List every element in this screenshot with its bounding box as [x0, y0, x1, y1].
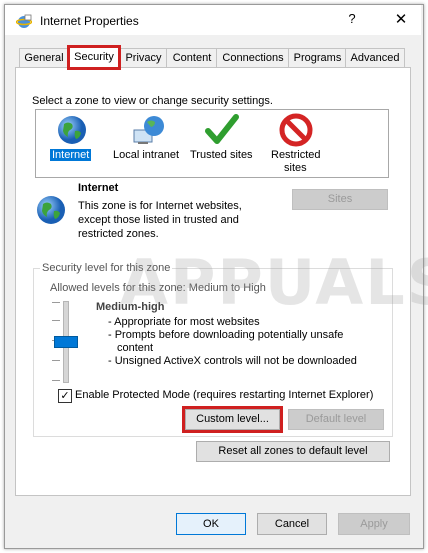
zone-title: Internet [78, 182, 119, 194]
sites-button[interactable]: Sites [292, 189, 388, 210]
tab-programs[interactable]: Programs [288, 48, 347, 68]
zone-description-line: This zone is for Internet websites, [78, 200, 242, 212]
zone-restricted-sites-label-line2[interactable]: sites [284, 162, 307, 174]
zone-restricted-sites-label[interactable]: Restricted [271, 149, 321, 161]
checkmark-icon[interactable] [205, 113, 239, 147]
security-level-point: - Prompts before downloading potentially… [108, 329, 344, 341]
tab-privacy[interactable]: Privacy [119, 48, 168, 68]
zone-description-line: except those listed in trusted and [78, 214, 239, 226]
slider-tick [52, 360, 60, 361]
ok-button[interactable]: OK [176, 513, 246, 535]
help-button[interactable]: ? [341, 11, 363, 31]
selected-zone-globe-icon [37, 196, 65, 224]
default-level-button[interactable]: Default level [288, 409, 384, 430]
security-level-point: content [117, 342, 154, 354]
tab-general[interactable]: General [19, 48, 69, 68]
internet-options-icon [16, 14, 32, 28]
slider-tick [52, 380, 60, 381]
apply-button[interactable]: Apply [338, 513, 410, 535]
zone-description-line: restricted zones. [78, 228, 159, 240]
close-icon[interactable]: ✕ [395, 11, 408, 28]
protected-mode-checkbox[interactable]: ✓ [58, 389, 72, 403]
intranet-icon[interactable] [132, 114, 166, 146]
zone-trusted-sites-label[interactable]: Trusted sites [190, 149, 253, 161]
reset-all-zones-button[interactable]: Reset all zones to default level [196, 441, 390, 462]
zone-local-intranet-label[interactable]: Local intranet [113, 149, 179, 161]
globe-icon[interactable] [56, 114, 88, 146]
slider-tick [52, 320, 60, 321]
security-level-point: - Unsigned ActiveX controls will not be … [108, 355, 357, 367]
window-title: Internet Properties [40, 14, 139, 28]
tab-connections[interactable]: Connections [216, 48, 290, 68]
cancel-button[interactable]: Cancel [257, 513, 327, 535]
tab-advanced[interactable]: Advanced [345, 48, 405, 68]
zone-instruction: Select a zone to view or change security… [32, 95, 273, 107]
zone-internet-label[interactable]: Internet [50, 149, 92, 161]
slider-tick [52, 302, 60, 303]
custom-level-highlight [182, 406, 283, 433]
close-button[interactable]: ✕ [389, 10, 413, 32]
security-tab-highlight [67, 45, 121, 70]
tab-content[interactable]: Content [166, 48, 218, 68]
appuals-watermark: APPUALS [120, 246, 428, 319]
no-entry-icon[interactable] [279, 113, 313, 147]
security-level-slider-thumb[interactable] [54, 336, 78, 348]
protected-mode-label[interactable]: Enable Protected Mode (requires restarti… [75, 389, 373, 401]
